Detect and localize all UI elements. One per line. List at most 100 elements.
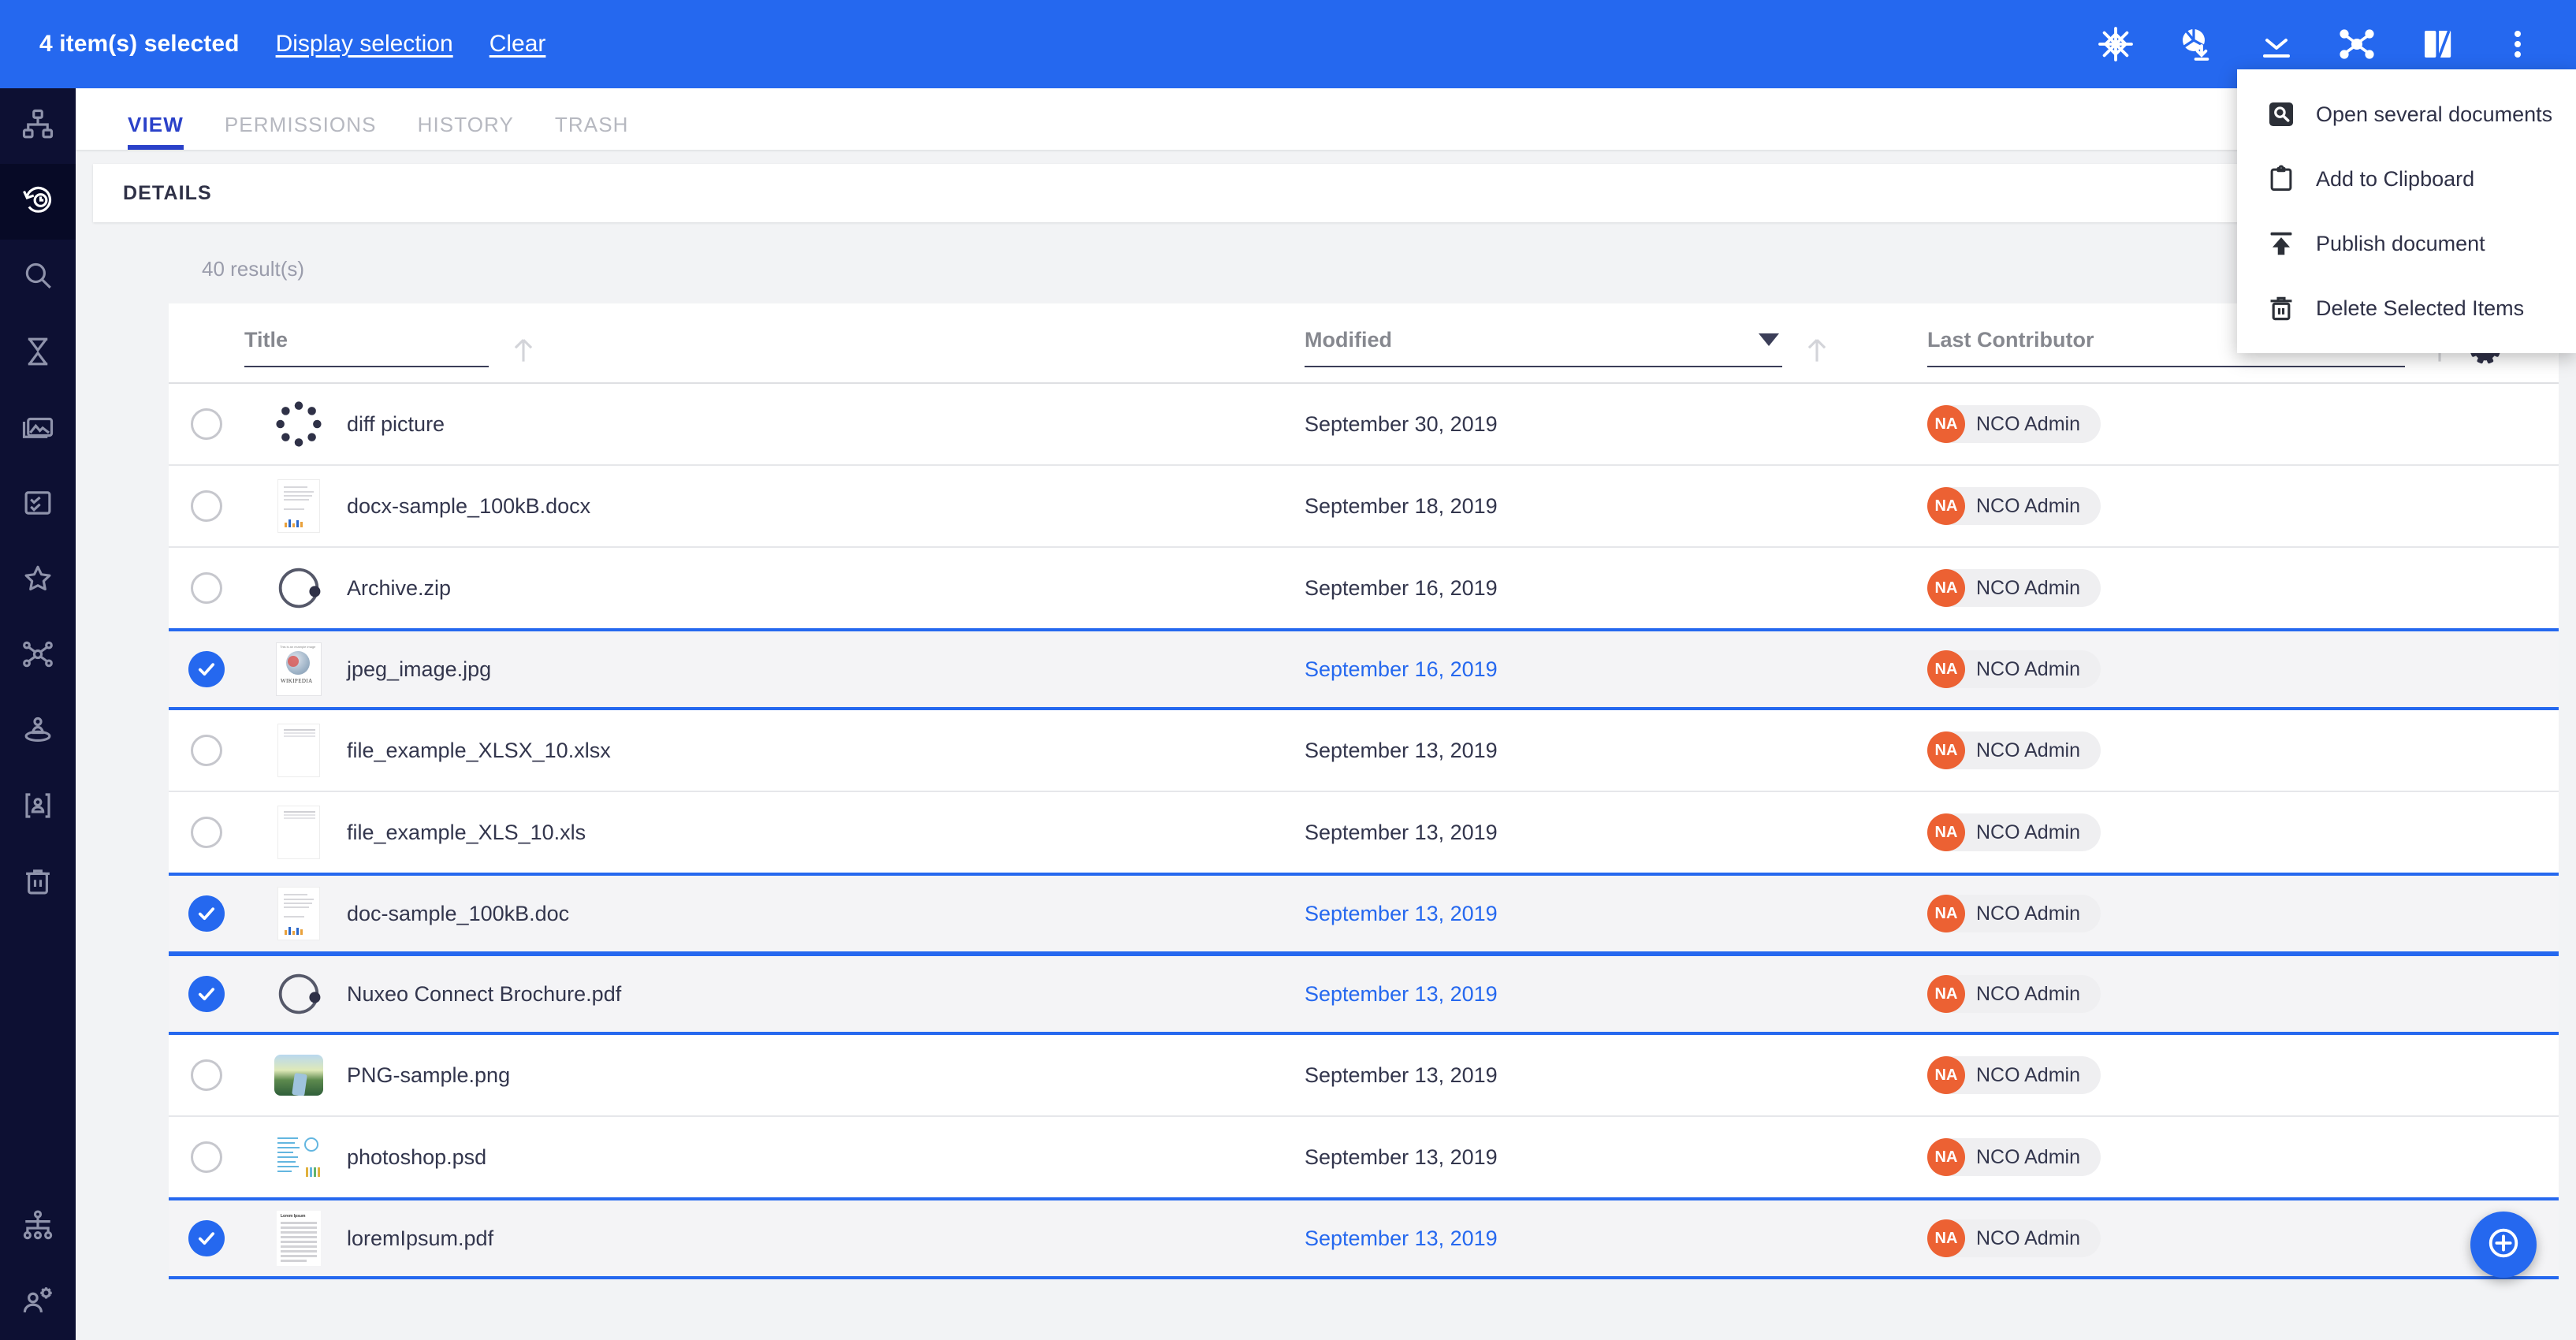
contributor-chip[interactable]: NA NCO Admin <box>1927 731 2101 769</box>
row-checkbox[interactable] <box>169 1141 244 1173</box>
menu-item-add-to-clipboard[interactable]: Add to Clipboard <box>2237 147 2576 211</box>
sidebar-item-search-icon[interactable] <box>0 240 76 315</box>
table-row[interactable]: file_example_XLSX_10.xlsx September 13, … <box>169 710 2559 792</box>
row-checkbox[interactable] <box>169 1220 244 1256</box>
row-checkbox[interactable] <box>169 408 244 440</box>
sidebar-item-star-icon[interactable] <box>0 542 76 618</box>
checkbox-unchecked-icon <box>191 490 222 522</box>
row-contributor-cell: NA NCO Admin <box>1927 1219 2550 1257</box>
row-modified[interactable]: September 13, 2019 <box>1305 982 1498 1006</box>
photo-thumbnail <box>271 1048 326 1103</box>
row-title-cell: PNG-sample.png <box>244 1048 1305 1103</box>
sidebar-item-share-network-icon[interactable] <box>0 618 76 694</box>
row-title-cell: docx-sample_100kB.docx <box>244 478 1305 534</box>
table-row[interactable]: photoshop.psd September 13, 2019 NA NCO … <box>169 1117 2559 1199</box>
row-modified: September 13, 2019 <box>1305 820 1498 844</box>
title-filter-field[interactable]: Title <box>244 318 489 367</box>
row-title: diff picture <box>347 411 445 436</box>
tab-view-label: VIEW <box>128 113 184 136</box>
contributor-chip[interactable]: NA NCO Admin <box>1927 975 2101 1013</box>
table-row[interactable]: Archive.zip September 16, 2019 NA NCO Ad… <box>169 548 2559 630</box>
sidebar-item-image-collection-icon[interactable] <box>0 391 76 467</box>
contributor-chip[interactable]: NA NCO Admin <box>1927 569 2101 607</box>
contributor-chip[interactable]: NA NCO Admin <box>1927 1138 2101 1176</box>
row-checkbox[interactable] <box>169 817 244 848</box>
row-title-cell: Lorem Ipsum loremIpsum.pdf <box>244 1211 1305 1266</box>
row-modified-cell: September 18, 2019 <box>1305 494 1927 519</box>
modified-filter-field[interactable]: Modified <box>1305 318 1782 367</box>
add-to-collection-icon[interactable] <box>2087 16 2144 73</box>
contributor-chip[interactable]: NA NCO Admin <box>1927 813 2101 851</box>
more-vert-icon[interactable] <box>2489 16 2546 73</box>
row-checkbox[interactable] <box>169 572 244 604</box>
title-sort-arrow-icon[interactable] <box>506 333 541 367</box>
row-checkbox[interactable] <box>169 976 244 1012</box>
sidebar-item-checklist-icon[interactable] <box>0 467 76 542</box>
download-icon[interactable] <box>2248 16 2305 73</box>
tab-history-label: HISTORY <box>417 113 514 136</box>
row-title-cell: file_example_XLSX_10.xlsx <box>244 723 1305 778</box>
selection-count: 4 item(s) selected <box>39 31 240 57</box>
clear-selection-link[interactable]: Clear <box>490 31 546 58</box>
row-title-cell: Archive.zip <box>244 560 1305 616</box>
contributor-chip[interactable]: NA NCO Admin <box>1927 405 2101 443</box>
table-row[interactable]: diff picture September 30, 2019 NA NCO A… <box>169 384 2559 466</box>
tab-view[interactable]: VIEW <box>107 113 204 150</box>
contributor-chip[interactable]: NA NCO Admin <box>1927 895 2101 932</box>
menu-item-open-several-documents[interactable]: Open several documents <box>2237 82 2576 147</box>
create-fab-button[interactable] <box>2470 1212 2537 1278</box>
display-selection-link[interactable]: Display selection <box>276 31 453 58</box>
export-render-icon[interactable] <box>2168 16 2224 73</box>
tab-history[interactable]: HISTORY <box>397 113 534 150</box>
sidebar-item-org-chart-icon[interactable] <box>0 1189 76 1264</box>
table-row[interactable]: Nuxeo Connect Brochure.pdf September 13,… <box>169 953 2559 1035</box>
row-checkbox[interactable] <box>169 895 244 932</box>
tab-permissions[interactable]: PERMISSIONS <box>204 113 397 150</box>
avatar: NA <box>1927 895 1965 932</box>
sidebar-item-sitemap-icon[interactable] <box>0 88 76 164</box>
row-checkbox[interactable] <box>169 735 244 766</box>
share-icon[interactable] <box>2328 16 2385 73</box>
table-row[interactable]: docx-sample_100kB.docx September 18, 201… <box>169 466 2559 548</box>
menu-item-delete-selected-items[interactable]: Delete Selected Items <box>2237 276 2576 341</box>
table-row[interactable]: This is an example image WIKIPEDIA jpeg_… <box>169 628 2559 710</box>
doc-page-thumbnail <box>271 478 326 534</box>
tab-trash[interactable]: TRASH <box>534 113 650 150</box>
table-row[interactable]: file_example_XLS_10.xls September 13, 20… <box>169 792 2559 874</box>
contributor-chip[interactable]: NA NCO Admin <box>1927 1056 2101 1094</box>
row-checkbox[interactable] <box>169 490 244 522</box>
row-title: jpeg_image.jpg <box>347 657 492 681</box>
contributor-chip[interactable]: NA NCO Admin <box>1927 650 2101 688</box>
thumb-caption: This is an example image <box>280 645 316 649</box>
table-row[interactable]: PNG-sample.png September 13, 2019 NA NCO… <box>169 1035 2559 1117</box>
row-contributor-cell: NA NCO Admin <box>1927 731 2550 769</box>
modified-sort-arrow-icon[interactable] <box>1800 333 1834 367</box>
sidebar-item-user-settings-icon[interactable] <box>0 1264 76 1340</box>
table-row[interactable]: Lorem Ipsum loremIpsum.pdf September 13,… <box>169 1197 2559 1279</box>
sidebar-item-hourglass-icon[interactable] <box>0 315 76 391</box>
contributor-chip[interactable]: NA NCO Admin <box>1927 1219 2101 1257</box>
id-card-icon <box>21 789 54 826</box>
menu-item-publish-document[interactable]: Publish document <box>2237 211 2576 276</box>
sidebar-item-user-location-icon[interactable] <box>0 694 76 769</box>
sitemap-icon <box>21 108 54 145</box>
checkbox-checked-icon <box>188 651 225 687</box>
row-checkbox[interactable] <box>169 651 244 687</box>
header-contributor-label: Last Contributor <box>1927 327 2094 352</box>
row-modified[interactable]: September 16, 2019 <box>1305 657 1498 681</box>
contributor-name: NCO Admin <box>1976 982 2080 1005</box>
compare-icon[interactable] <box>2409 16 2466 73</box>
row-modified[interactable]: September 13, 2019 <box>1305 902 1498 925</box>
sidebar-item-recent-history-icon[interactable] <box>0 164 76 240</box>
sidebar-item-id-card-icon[interactable] <box>0 769 76 845</box>
clipboard-icon <box>2265 163 2297 195</box>
modified-chevron-down-icon[interactable] <box>1759 333 1779 346</box>
row-checkbox[interactable] <box>169 1059 244 1091</box>
mini-chart <box>285 927 303 935</box>
sidebar-item-trash-icon[interactable] <box>0 845 76 921</box>
row-modified[interactable]: September 13, 2019 <box>1305 1226 1498 1250</box>
contributor-chip[interactable]: NA NCO Admin <box>1927 487 2101 525</box>
doc-page-icon <box>277 887 320 940</box>
search-icon <box>21 259 54 296</box>
table-row[interactable]: doc-sample_100kB.doc September 13, 2019 … <box>169 873 2559 955</box>
